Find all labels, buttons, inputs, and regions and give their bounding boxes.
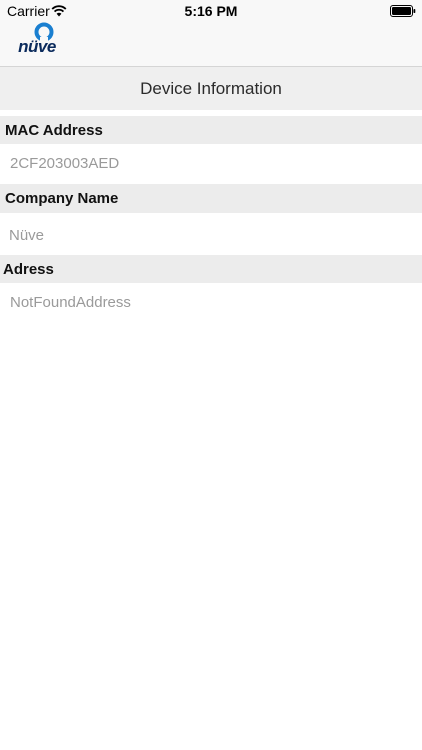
section-header-address: Adress: [0, 255, 422, 283]
address-label: Adress: [3, 261, 54, 278]
clock-time: 5:16 PM: [184, 3, 238, 19]
battery-icon: [390, 5, 416, 17]
nav-bar: nüve: [0, 22, 422, 66]
logo-text: nüve: [18, 37, 56, 56]
mac-address-value: 2CF203003AED: [10, 155, 120, 172]
title-bar: Device Information: [0, 66, 422, 110]
company-name-value: Nüve: [9, 227, 45, 244]
section-header-mac: MAC Address: [0, 116, 422, 144]
address-value: NotFoundAddress: [10, 294, 131, 311]
status-bar: Carrier 5:16 PM: [0, 0, 422, 22]
mac-address-label: MAC Address: [5, 122, 103, 139]
company-name-label: Company Name: [5, 190, 119, 207]
page-title: Device Information: [140, 79, 282, 98]
section-header-company: Company Name: [0, 184, 422, 213]
nuve-logo: nüve: [11, 22, 63, 56]
